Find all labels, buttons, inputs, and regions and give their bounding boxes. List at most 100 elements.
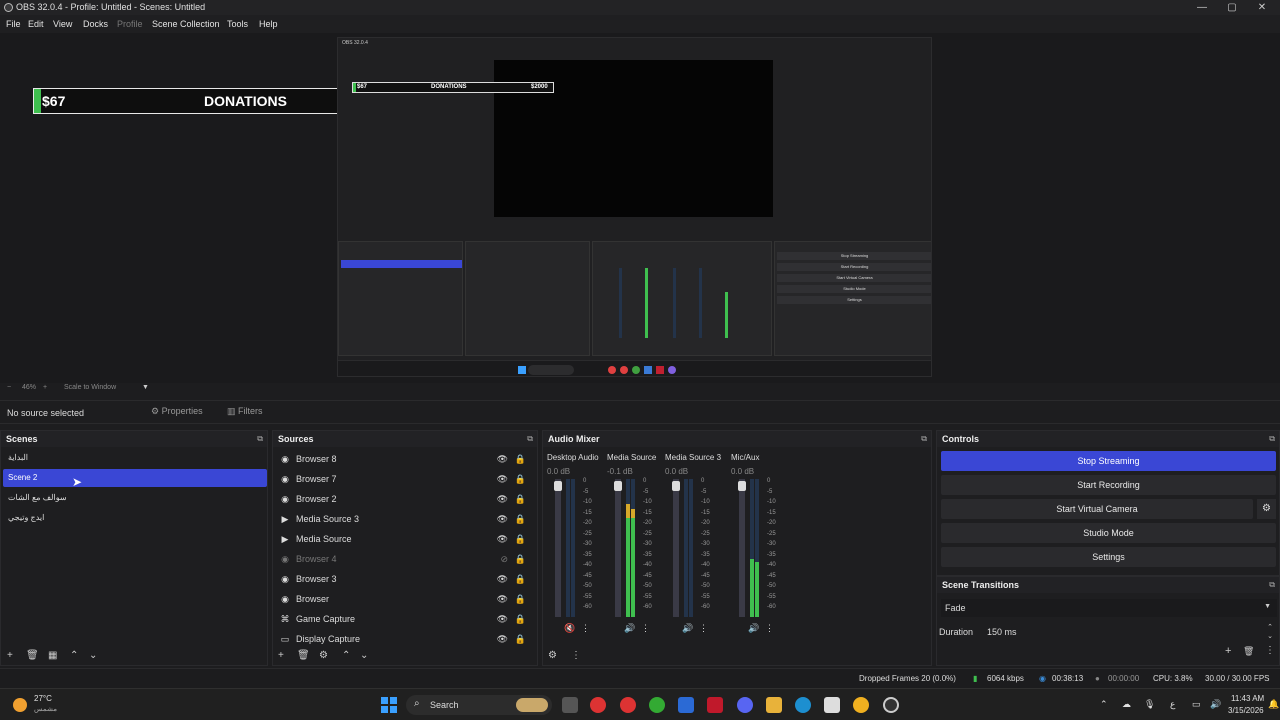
lock-icon[interactable]: 🔒 (515, 489, 526, 509)
transition-select[interactable]: Fade ▼ (941, 599, 1277, 617)
source-item[interactable]: ◉ Browser 👁 🔒 (277, 589, 532, 609)
advanced-audio-icon[interactable]: ⚙ (548, 650, 557, 661)
settings-button[interactable]: Settings (941, 547, 1276, 567)
slider-handle[interactable] (554, 481, 562, 491)
menu-view[interactable]: View (53, 19, 72, 29)
undock-icon[interactable]: ⧉ (921, 434, 927, 444)
eye-icon[interactable]: 👁 (497, 469, 508, 489)
lock-icon[interactable]: 🔒 (515, 469, 526, 489)
scene-item[interactable]: سوالف مع الشات (3, 489, 267, 507)
muted-speaker-icon[interactable]: 🔇 (564, 623, 575, 634)
menu-profile[interactable]: Profile (117, 19, 143, 29)
volume-slider[interactable] (614, 479, 622, 617)
chrome-icon[interactable] (620, 697, 636, 713)
scene-item-selected[interactable]: Scene 2 (3, 469, 267, 487)
lock-icon[interactable]: 🔒 (515, 529, 526, 549)
discord-icon[interactable] (737, 697, 753, 713)
speaker-icon[interactable]: 🔊 (624, 623, 635, 634)
source-item[interactable]: ◉ Browser 4 ⊘ 🔒 (277, 549, 532, 569)
lock-icon[interactable]: 🔒 (515, 449, 526, 469)
notification-icon[interactable]: 🔔 (1268, 699, 1279, 710)
move-down-icon[interactable]: ⌄ (89, 650, 97, 661)
close-icon[interactable]: ✕ (1252, 1, 1272, 14)
edge-icon[interactable] (795, 697, 811, 713)
menu-scene-collection[interactable]: Scene Collection (152, 19, 220, 29)
speaker-icon[interactable]: 🔊 (748, 623, 759, 634)
zoom-out-button[interactable]: − (7, 384, 11, 391)
eye-icon[interactable]: 👁 (497, 629, 508, 649)
volume-slider[interactable] (672, 479, 680, 617)
studio-mode-button[interactable]: Studio Mode (941, 523, 1276, 543)
move-up-icon[interactable]: ⌃ (342, 650, 350, 661)
menu-docks[interactable]: Docks (83, 19, 108, 29)
remove-source-icon[interactable]: 🗑 (297, 650, 310, 661)
store-icon[interactable] (824, 697, 840, 713)
filters-button[interactable]: ▥ Filters (227, 406, 263, 417)
properties-button[interactable]: ⚙ Properties (151, 406, 203, 417)
volume-icon[interactable]: 🔊 (1210, 699, 1221, 710)
undock-icon[interactable]: ⧉ (1269, 580, 1275, 590)
source-properties-icon[interactable]: ⚙ (319, 650, 328, 661)
start-recording-button[interactable]: Start Recording (941, 475, 1276, 495)
maximize-icon[interactable]: ▢ (1222, 1, 1242, 14)
channel-menu-icon[interactable]: ⋮ (581, 623, 590, 634)
lock-icon[interactable]: 🔒 (515, 609, 526, 629)
channel-menu-icon[interactable]: ⋮ (641, 623, 650, 634)
duration-input[interactable]: 150 ms ⌃ ⌄ (985, 623, 1277, 641)
remove-scene-icon[interactable]: 🗑 (26, 650, 39, 661)
remove-transition-icon[interactable]: 🗑 (1243, 646, 1254, 657)
add-scene-icon[interactable]: + (7, 650, 13, 661)
volume-slider[interactable] (738, 479, 746, 617)
task-view-icon[interactable] (562, 697, 578, 713)
add-source-icon[interactable]: + (278, 650, 284, 661)
eye-icon[interactable]: 👁 (497, 569, 508, 589)
tray-chevron-icon[interactable]: ⌃ (1100, 699, 1108, 710)
chrome-icon[interactable] (649, 697, 665, 713)
lock-icon[interactable]: 🔒 (515, 549, 526, 569)
file-explorer-icon[interactable] (766, 697, 782, 713)
chrome-icon[interactable] (590, 697, 606, 713)
stop-streaming-button[interactable]: Stop Streaming (941, 451, 1276, 471)
scene-item[interactable]: ايدج وتيجي (3, 509, 267, 527)
lock-icon[interactable]: 🔒 (515, 629, 526, 649)
channel-menu-icon[interactable]: ⋮ (699, 623, 708, 634)
app-icon[interactable] (853, 697, 869, 713)
app-icon[interactable] (678, 697, 694, 713)
menu-file[interactable]: File (6, 19, 21, 29)
slider-handle[interactable] (614, 481, 622, 491)
eye-icon[interactable]: 👁 (497, 529, 508, 549)
lock-icon[interactable]: 🔒 (515, 569, 526, 589)
source-item[interactable]: ▶ Media Source 3 👁 🔒 (277, 509, 532, 529)
move-down-icon[interactable]: ⌄ (360, 650, 368, 661)
slider-handle[interactable] (672, 481, 680, 491)
add-transition-icon[interactable]: + (1225, 645, 1231, 657)
menu-help[interactable]: Help (259, 19, 278, 29)
eye-icon[interactable]: 👁 (497, 489, 508, 509)
source-item[interactable]: ⌘ Game Capture 👁 🔒 (277, 609, 532, 629)
zoom-in-button[interactable]: + (43, 384, 47, 391)
undock-icon[interactable]: ⧉ (527, 434, 533, 444)
tray-app-icon[interactable]: ☁ (1122, 699, 1131, 710)
virtual-camera-settings-icon[interactable]: ⚙ (1257, 499, 1276, 519)
undock-icon[interactable]: ⧉ (1269, 434, 1275, 444)
minimize-icon[interactable]: — (1192, 1, 1212, 14)
lock-icon[interactable]: 🔒 (515, 589, 526, 609)
source-item[interactable]: ◉ Browser 2 👁 🔒 (277, 489, 532, 509)
speaker-icon[interactable]: 🔊 (682, 623, 693, 634)
eye-icon[interactable]: 👁 (497, 609, 508, 629)
source-item[interactable]: ▭ Display Capture 👁 🔒 (277, 629, 532, 649)
mic-icon[interactable]: 🎙 (1144, 699, 1155, 710)
undock-icon[interactable]: ⧉ (257, 434, 263, 444)
obs-icon[interactable] (883, 697, 899, 713)
eye-hidden-icon[interactable]: ⊘ (500, 549, 508, 569)
scene-item[interactable]: البداية (3, 449, 267, 467)
start-virtual-camera-button[interactable]: Start Virtual Camera (941, 499, 1253, 519)
eye-icon[interactable]: 👁 (497, 449, 508, 469)
move-up-icon[interactable]: ⌃ (70, 650, 78, 661)
network-icon[interactable]: ▭ (1192, 699, 1201, 710)
zoom-dropdown-icon[interactable]: ▼ (142, 384, 149, 391)
eye-icon[interactable]: 👁 (497, 589, 508, 609)
weather-icon[interactable] (13, 698, 27, 712)
source-item[interactable]: ◉ Browser 7 👁 🔒 (277, 469, 532, 489)
mixer-menu-icon[interactable]: ⋮ (571, 650, 581, 661)
